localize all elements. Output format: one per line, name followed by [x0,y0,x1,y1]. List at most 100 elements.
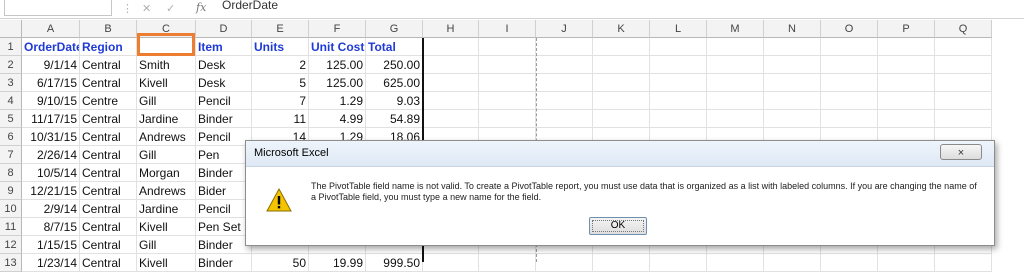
cell-a4[interactable]: 9/10/15 [22,92,80,110]
column-header-n[interactable]: N [764,20,821,38]
cell-j2[interactable] [536,56,593,74]
cell-a12[interactable]: 1/15/15 [22,236,80,254]
cell-c12[interactable]: Gill [137,236,196,254]
column-header-j[interactable]: J [536,20,593,38]
name-box[interactable] [4,0,112,16]
cell-o2[interactable] [821,56,878,74]
cell-f4[interactable]: 1.29 [309,92,366,110]
cell-f13[interactable]: 19.99 [309,254,366,272]
cell-p4[interactable] [878,92,935,110]
cell-k4[interactable] [593,92,650,110]
column-header-d[interactable]: D [196,20,252,38]
cell-b11[interactable]: Central [80,218,137,236]
cell-g3[interactable]: 625.00 [366,74,423,92]
row-header-13[interactable]: 13 [0,254,22,272]
cell-q5[interactable] [935,110,992,128]
cell-n5[interactable] [764,110,821,128]
column-header-h[interactable]: H [423,20,479,38]
cell-d7[interactable]: Pen [196,146,252,164]
cell-n4[interactable] [764,92,821,110]
ok-button[interactable]: OK [589,217,647,235]
cell-n2[interactable] [764,56,821,74]
row-header-6[interactable]: 6 [0,128,22,146]
cell-b10[interactable]: Central [80,200,137,218]
cell-d5[interactable]: Binder [196,110,252,128]
cell-k5[interactable] [593,110,650,128]
close-button[interactable]: × [940,144,982,160]
cell-o4[interactable] [821,92,878,110]
cell-q3[interactable] [935,74,992,92]
row-header-4[interactable]: 4 [0,92,22,110]
formula-input[interactable]: OrderDate [222,0,278,12]
cell-n13[interactable] [764,254,821,272]
cell-a10[interactable]: 2/9/14 [22,200,80,218]
cell-c8[interactable]: Morgan [137,164,196,182]
cell-l13[interactable] [650,254,707,272]
cell-a9[interactable]: 12/21/15 [22,182,80,200]
cell-m3[interactable] [707,74,764,92]
cell-o1[interactable] [821,38,878,56]
cell-a11[interactable]: 8/7/15 [22,218,80,236]
cell-q1[interactable] [935,38,992,56]
cell-b7[interactable]: Central [80,146,137,164]
cell-e3[interactable]: 5 [252,74,309,92]
cell-c6[interactable]: Andrews [137,128,196,146]
cell-f1[interactable]: Unit Cost [309,38,366,56]
cell-h3[interactable] [423,74,479,92]
cell-h13[interactable] [423,254,479,272]
cell-j4[interactable] [536,92,593,110]
cell-q13[interactable] [935,254,992,272]
cell-c7[interactable]: Gill [137,146,196,164]
cell-m1[interactable] [707,38,764,56]
cell-d3[interactable]: Desk [196,74,252,92]
cell-l4[interactable] [650,92,707,110]
cell-e1[interactable]: Units [252,38,309,56]
cell-i13[interactable] [479,254,536,272]
cell-b1[interactable]: Region [80,38,137,56]
cell-j1[interactable] [536,38,593,56]
cell-d4[interactable]: Pencil [196,92,252,110]
cell-k2[interactable] [593,56,650,74]
cell-p3[interactable] [878,74,935,92]
cell-o5[interactable] [821,110,878,128]
cell-m2[interactable] [707,56,764,74]
cell-g13[interactable]: 999.50 [366,254,423,272]
cell-q2[interactable] [935,56,992,74]
cell-m13[interactable] [707,254,764,272]
cell-a5[interactable]: 11/17/15 [22,110,80,128]
cell-b2[interactable]: Central [80,56,137,74]
cell-a13[interactable]: 1/23/14 [22,254,80,272]
cell-o3[interactable] [821,74,878,92]
cell-b4[interactable]: Centre [80,92,137,110]
cell-m4[interactable] [707,92,764,110]
row-header-7[interactable]: 7 [0,146,22,164]
cell-b9[interactable]: Central [80,182,137,200]
row-header-12[interactable]: 12 [0,236,22,254]
cell-a6[interactable]: 10/31/15 [22,128,80,146]
row-header-3[interactable]: 3 [0,74,22,92]
cell-d6[interactable]: Pencil [196,128,252,146]
column-header-k[interactable]: K [593,20,650,38]
cell-c10[interactable]: Jardine [137,200,196,218]
cell-a2[interactable]: 9/1/14 [22,56,80,74]
cell-d9[interactable]: Bider [196,182,252,200]
cell-b13[interactable]: Central [80,254,137,272]
select-all-corner[interactable] [0,20,22,38]
dialog-title-bar[interactable]: Microsoft Excel × [246,141,994,167]
column-header-p[interactable]: P [878,20,935,38]
cell-j3[interactable] [536,74,593,92]
cell-g2[interactable]: 250.00 [366,56,423,74]
column-header-q[interactable]: Q [935,20,992,38]
cell-l5[interactable] [650,110,707,128]
column-header-a[interactable]: A [22,20,80,38]
cell-l3[interactable] [650,74,707,92]
cell-d2[interactable]: Desk [196,56,252,74]
cell-b12[interactable]: Central [80,236,137,254]
cell-n1[interactable] [764,38,821,56]
cell-h4[interactable] [423,92,479,110]
cell-c9[interactable]: Andrews [137,182,196,200]
row-header-1[interactable]: 1 [0,38,22,56]
column-header-e[interactable]: E [252,20,309,38]
cell-l1[interactable] [650,38,707,56]
cell-b8[interactable]: Central [80,164,137,182]
